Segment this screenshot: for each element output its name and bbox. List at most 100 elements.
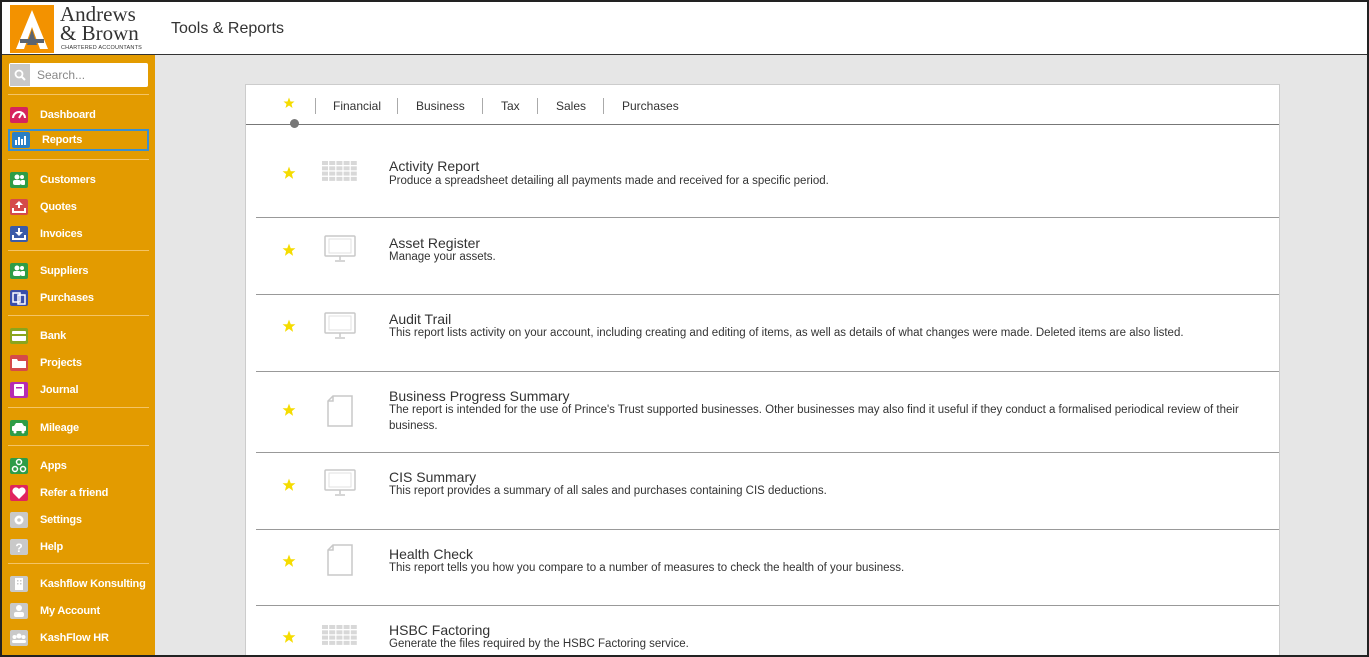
logo-line-2: & Brown bbox=[60, 21, 139, 45]
sidebar-nav: Dashboard Reports Customers Quotes Invoices S… bbox=[2, 55, 155, 655]
favourite-star-icon[interactable] bbox=[282, 478, 296, 497]
page-title: Tools & Reports bbox=[171, 20, 284, 37]
favourite-star-icon[interactable] bbox=[282, 630, 296, 649]
tab-purchases[interactable]: Purchases bbox=[622, 99, 679, 113]
favourite-star-icon[interactable] bbox=[282, 403, 296, 422]
question-icon: ? bbox=[10, 539, 28, 555]
sidebar-item-dashboard[interactable]: Dashboard bbox=[8, 104, 149, 126]
sidebar-item-label: Reports bbox=[42, 134, 83, 146]
book-icon bbox=[10, 382, 28, 398]
monitor-icon bbox=[324, 235, 356, 268]
sidebar-item-label: Purchases bbox=[40, 292, 94, 304]
tab-separator bbox=[482, 98, 483, 114]
sidebar-divider bbox=[8, 563, 149, 564]
receipts-icon bbox=[10, 290, 28, 306]
user-icon bbox=[10, 603, 28, 619]
sidebar-item-kashflow-hr[interactable]: KashFlow HR bbox=[8, 627, 149, 649]
tab-sales[interactable]: Sales bbox=[556, 99, 586, 113]
sidebar-divider bbox=[8, 94, 149, 95]
logo-tagline: CHARTERED ACCOUNTANTS bbox=[61, 45, 143, 51]
report-category-tabs: Financial Business Tax Sales Purchases bbox=[246, 85, 1279, 128]
sidebar-item-refer-a-friend[interactable]: Refer a friend bbox=[8, 482, 149, 504]
report-row[interactable]: CIS Summary This report provides a summar… bbox=[256, 453, 1279, 530]
star-icon bbox=[283, 97, 295, 108]
report-description: Produce a spreadsheet detailing all paym… bbox=[389, 175, 829, 187]
search-input[interactable] bbox=[37, 67, 145, 83]
sidebar-item-label: KashFlow HR bbox=[40, 632, 109, 644]
sidebar-divider bbox=[8, 250, 149, 251]
sidebar-item-invoices[interactable]: Invoices bbox=[8, 223, 149, 245]
report-row[interactable]: Asset Register Manage your assets. bbox=[256, 218, 1279, 295]
users-icon bbox=[10, 172, 28, 188]
sidebar-item-label: Journal bbox=[40, 384, 79, 396]
report-description: This report lists activity on your accou… bbox=[389, 327, 1184, 339]
sidebar-item-label: Quotes bbox=[40, 201, 77, 213]
download-tray-icon bbox=[10, 226, 28, 242]
favourite-star-icon[interactable] bbox=[282, 243, 296, 262]
folder-icon bbox=[10, 355, 28, 371]
logo-mark-icon bbox=[10, 5, 54, 53]
svg-text:?: ? bbox=[15, 541, 22, 555]
sidebar-item-label: Invoices bbox=[40, 228, 83, 240]
sidebar-item-label: Kashflow Konsulting bbox=[40, 578, 146, 590]
report-row[interactable]: HSBC Factoring Generate the files require… bbox=[256, 606, 1279, 655]
monitor-icon bbox=[324, 312, 356, 345]
favourite-star-icon[interactable] bbox=[282, 554, 296, 573]
sidebar-item-label: Projects bbox=[40, 357, 82, 369]
favourite-star-icon[interactable] bbox=[282, 166, 296, 185]
tab-separator bbox=[315, 98, 316, 114]
sidebar-item-customers[interactable]: Customers bbox=[8, 169, 149, 191]
report-row[interactable]: Activity Report Produce a spreadsheet det… bbox=[256, 125, 1279, 218]
search-box bbox=[9, 63, 148, 87]
grid-icon bbox=[322, 161, 358, 187]
sidebar-item-projects[interactable]: Projects bbox=[8, 352, 149, 374]
search-icon[interactable] bbox=[10, 64, 30, 86]
sidebar-item-settings[interactable]: Settings bbox=[8, 509, 149, 531]
sidebar-item-suppliers[interactable]: Suppliers bbox=[8, 260, 149, 282]
bar-chart-icon bbox=[12, 132, 30, 148]
monitor-icon bbox=[324, 469, 356, 502]
document-icon bbox=[326, 544, 354, 581]
sidebar-item-help[interactable]: ? Help bbox=[8, 536, 149, 558]
report-title[interactable]: Activity Report bbox=[389, 158, 479, 174]
sidebar-item-my-account[interactable]: My Account bbox=[8, 600, 149, 622]
sidebar-item-purchases[interactable]: Purchases bbox=[8, 287, 149, 309]
tab-favourites[interactable] bbox=[283, 96, 295, 114]
sidebar-item-label: Help bbox=[40, 541, 64, 553]
sidebar-item-journal[interactable]: Journal bbox=[8, 379, 149, 401]
apps-icon bbox=[10, 458, 28, 474]
report-description: Manage your assets. bbox=[389, 251, 496, 263]
report-row[interactable]: Health Check This report tells you how yo… bbox=[256, 530, 1279, 606]
report-row[interactable]: Audit Trail This report lists activity on… bbox=[256, 295, 1279, 372]
sidebar-item-quotes[interactable]: Quotes bbox=[8, 196, 149, 218]
report-description: This report provides a summary of all sa… bbox=[389, 485, 827, 497]
document-icon bbox=[326, 395, 354, 432]
car-icon bbox=[10, 420, 28, 436]
tab-separator bbox=[537, 98, 538, 114]
tab-separator bbox=[397, 98, 398, 114]
tab-tax[interactable]: Tax bbox=[501, 99, 520, 113]
sidebar-item-apps[interactable]: Apps bbox=[8, 455, 149, 477]
reports-panel: Financial Business Tax Sales Purchases Activ… bbox=[245, 84, 1280, 655]
sidebar-item-reports[interactable]: Reports bbox=[8, 129, 149, 151]
sidebar-divider bbox=[8, 445, 149, 446]
report-description: Generate the files required by the HSBC … bbox=[389, 638, 689, 650]
team-icon bbox=[10, 630, 28, 646]
sidebar-item-label: My Account bbox=[40, 605, 100, 617]
sidebar-item-label: Suppliers bbox=[40, 265, 89, 277]
tab-financial[interactable]: Financial bbox=[333, 99, 381, 113]
tab-business[interactable]: Business bbox=[416, 99, 465, 113]
sidebar-item-mileage[interactable]: Mileage bbox=[8, 417, 149, 439]
sidebar-item-label: Customers bbox=[40, 174, 96, 186]
report-description: This report tells you how you compare to… bbox=[389, 562, 905, 574]
sidebar-item-label: Dashboard bbox=[40, 109, 96, 121]
sidebar-item-label: Refer a friend bbox=[40, 487, 109, 499]
top-header: Andrews & Brown CHARTERED ACCOUNTANTS To… bbox=[2, 2, 1367, 55]
favourite-star-icon[interactable] bbox=[282, 319, 296, 338]
sidebar-divider bbox=[8, 159, 149, 160]
report-row[interactable]: Business Progress Summary The report is i… bbox=[256, 372, 1279, 453]
sidebar-item-label: Apps bbox=[40, 460, 67, 472]
brand-logo[interactable]: Andrews & Brown CHARTERED ACCOUNTANTS bbox=[10, 4, 150, 53]
sidebar-item-bank[interactable]: Bank bbox=[8, 325, 149, 347]
sidebar-item-kashflow-konsulting[interactable]: Kashflow Konsulting bbox=[8, 573, 149, 595]
